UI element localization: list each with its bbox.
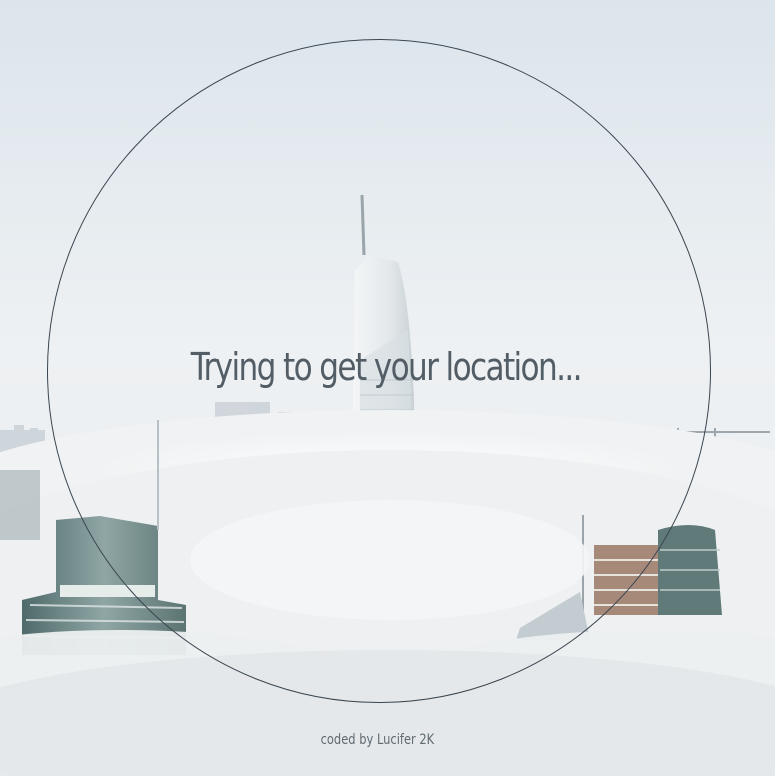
footer-credit: coded by Lucifer 2K xyxy=(320,732,435,748)
location-status-message: Trying to get your location... xyxy=(190,345,583,389)
